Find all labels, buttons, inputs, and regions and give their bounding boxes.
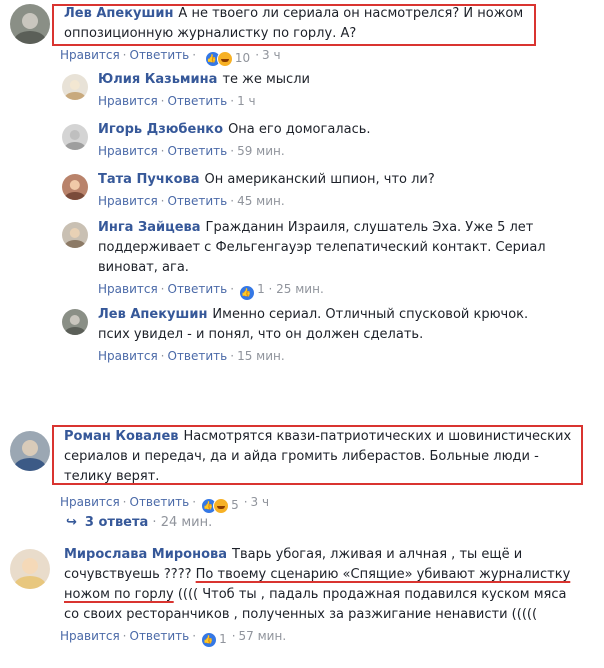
avatar[interactable] (10, 431, 50, 471)
comment-actions: Нравится·Ответить· 10·3 ч (60, 46, 530, 67)
haha-reaction-icon (213, 497, 230, 514)
comment-time[interactable]: 59 мин. (237, 144, 285, 158)
comment-time[interactable]: 1 · 25 мин. (257, 282, 324, 296)
reply-arrow-icon: ↪ (66, 515, 77, 530)
comment-author[interactable]: Игорь Дзюбенко (98, 122, 223, 137)
reply-link[interactable]: Ответить (168, 94, 228, 108)
comment-author[interactable]: Мирослава Миронова (64, 547, 227, 562)
comment-time[interactable]: 3 ч (251, 495, 270, 509)
comment-author[interactable]: Инга Зайцева (98, 220, 201, 235)
comment-time[interactable]: 1 ч (237, 94, 256, 108)
reply-link[interactable]: Ответить (168, 349, 228, 363)
reply-link[interactable]: Ответить (168, 194, 228, 208)
comment-author[interactable]: Юлия Казьмина (98, 72, 217, 87)
reaction-count: 1 (219, 632, 227, 646)
replies-count[interactable]: 3 ответа (85, 515, 148, 530)
reactions[interactable] (239, 283, 256, 301)
comment-text: те же мысли (222, 72, 310, 87)
reply-link[interactable]: Ответить (130, 629, 190, 643)
comment-text: Он американский шпион, что ли? (204, 172, 435, 187)
reaction-count: 10 (234, 51, 251, 65)
avatar[interactable] (62, 222, 88, 248)
like-link[interactable]: Нравится (98, 94, 158, 108)
avatar[interactable] (62, 309, 88, 335)
comment: Роман Ковалев Насмотрятся квази-патриотич… (10, 427, 590, 514)
like-link[interactable]: Нравится (98, 282, 158, 296)
replies-time: 24 мин. (160, 515, 213, 530)
haha-reaction-icon (216, 50, 233, 67)
comment-text: Она его домогалась. (228, 122, 371, 137)
reply-link[interactable]: Ответить (168, 282, 228, 296)
like-link[interactable]: Нравится (60, 48, 120, 62)
avatar[interactable] (10, 4, 50, 44)
avatar[interactable] (10, 549, 50, 589)
reply-link[interactable]: Ответить (130, 495, 190, 509)
view-replies-link[interactable]: ↪ 3 ответа · 24 мин. (66, 515, 212, 530)
reply: Инга Зайцева Гражданин Израиля, слушатель… (62, 218, 582, 301)
reaction-count: 5 (231, 498, 239, 512)
like-link[interactable]: Нравится (60, 495, 120, 509)
reply: Лев Апекушин Именно сериал. Отличный спус… (62, 305, 582, 365)
like-link[interactable]: Нравится (60, 629, 120, 643)
comment-author[interactable]: Роман Ковалев (64, 429, 179, 444)
comment-time[interactable]: 45 мин. (237, 194, 285, 208)
reactions[interactable]: 5 (201, 496, 239, 514)
comment: Лев Апекушин А не твоего ли сериала он на… (10, 4, 550, 67)
reply: Игорь Дзюбенко Она его домогалась. Нравит… (62, 120, 562, 160)
avatar[interactable] (62, 174, 88, 200)
comment: Мирослава Миронова Тварь убогая, лживая и… (10, 545, 594, 648)
reply-link[interactable]: Ответить (130, 48, 190, 62)
reply-link[interactable]: Ответить (168, 144, 228, 158)
like-link[interactable]: Нравится (98, 144, 158, 158)
reactions[interactable]: 10 (204, 49, 251, 67)
reactions[interactable]: 1 (201, 630, 227, 648)
like-link[interactable]: Нравится (98, 194, 158, 208)
comment-author[interactable]: Лев Апекушин (98, 307, 207, 322)
comment-author[interactable]: Тата Пучкова (98, 172, 200, 187)
like-reaction-icon (201, 631, 218, 648)
comment-author[interactable]: Лев Апекушин (64, 6, 173, 21)
comment-time[interactable]: 3 ч (262, 48, 281, 62)
avatar[interactable] (62, 74, 88, 100)
like-reaction-icon (239, 284, 256, 301)
reply: Юлия Казьмина те же мысли Нравится · Ответи… (62, 70, 562, 110)
comment-time[interactable]: 15 мин. (237, 349, 285, 363)
avatar[interactable] (62, 124, 88, 150)
reply: Тата Пучкова Он американский шпион, что л… (62, 170, 562, 210)
like-link[interactable]: Нравится (98, 349, 158, 363)
comment-time[interactable]: 57 мин. (239, 629, 287, 643)
